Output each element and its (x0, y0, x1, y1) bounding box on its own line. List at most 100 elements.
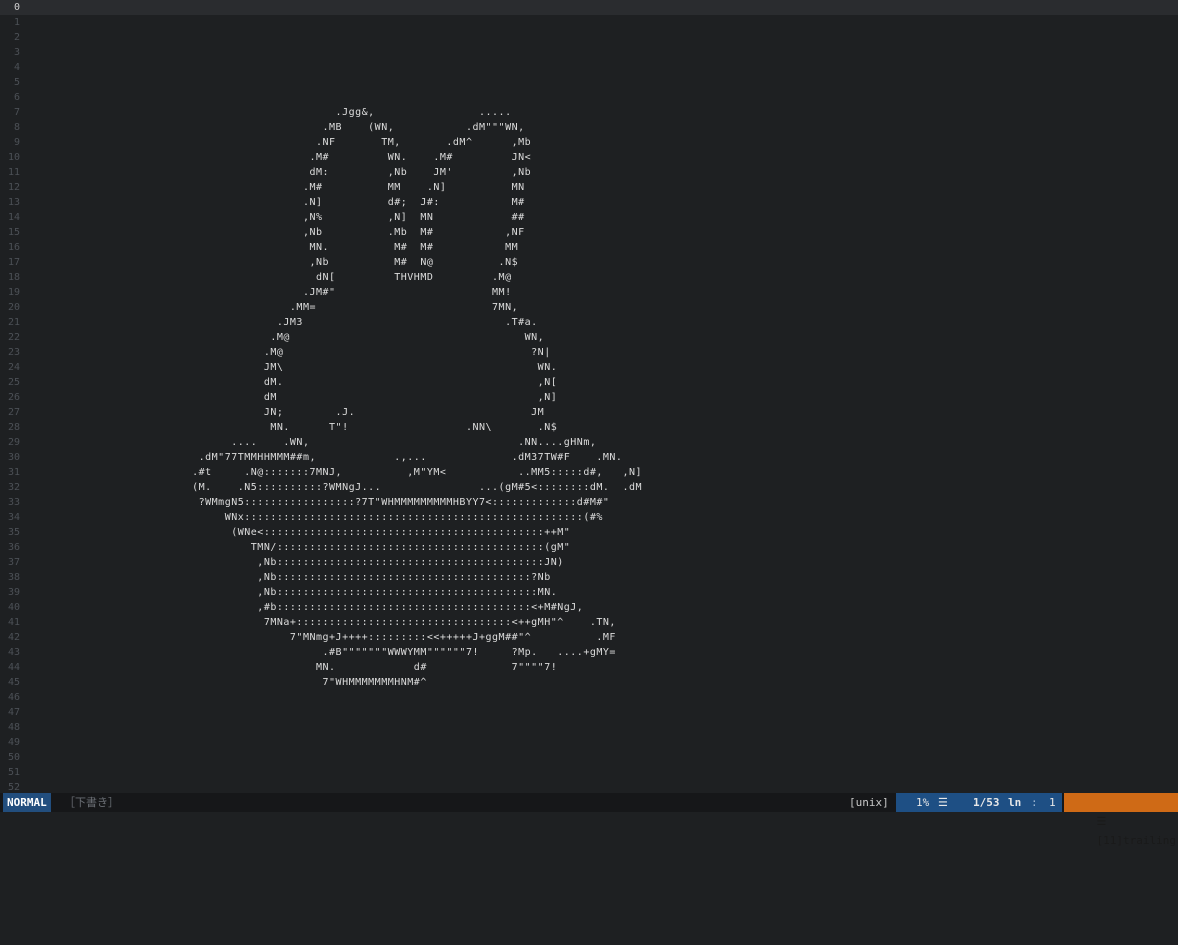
line-number: 46 (7, 692, 20, 703)
line-text: .MB (WN, .dM"""WN, (3, 122, 525, 133)
editor-line[interactable]: 42 7"MNmg+J++++:::::::::<<+++++J+ggM##"^… (0, 630, 1178, 645)
editor-line[interactable]: 9 .NF TM, .dM^ ,Mb (0, 135, 1178, 150)
editor-line[interactable]: 29 .... .WN, .NN....gHNm, (0, 435, 1178, 450)
line-text: TMN/::::::::::::::::::::::::::::::::::::… (3, 542, 571, 553)
line-number: 1 (13, 17, 20, 28)
line-position: 1/53 (973, 796, 1000, 809)
line-text: MN. T"! .NN\ .N$ (3, 422, 558, 433)
editor-line[interactable]: 14 ,N% ,N] MN ## (0, 210, 1178, 225)
line-text: ,N% ,N] MN ## (3, 212, 525, 223)
line-text: ,Nb:::::::::::::::::::::::::::::::::::::… (3, 587, 558, 598)
position-separator: : (1031, 796, 1038, 809)
line-number: 4 (13, 62, 20, 73)
editor-line[interactable]: 34 WNx::::::::::::::::::::::::::::::::::… (0, 510, 1178, 525)
editor-line[interactable]: 16 MN. M# M# MM (0, 240, 1178, 255)
line-text: MN. M# M# MM (3, 242, 519, 253)
editor-line[interactable]: 47 (0, 705, 1178, 720)
line-text: (M. .N5::::::::::?WMNgJ... ...(gM#5<::::… (3, 482, 643, 493)
line-text: JN; .J. JM (3, 407, 545, 418)
editor-line[interactable]: 35 (WNe<::::::::::::::::::::::::::::::::… (0, 525, 1178, 540)
line-number: 3 (13, 47, 20, 58)
editor-line[interactable]: 2 (0, 30, 1178, 45)
editor-line[interactable]: 13 .N] d#; J#: M# (0, 195, 1178, 210)
line-number: 48 (7, 722, 20, 733)
editor-line[interactable]: 20 .MM= 7MN, (0, 300, 1178, 315)
line-text: .Jgg&, ..... (3, 107, 512, 118)
editor-line[interactable]: 4 (0, 60, 1178, 75)
percent-icon: ☰ (938, 796, 948, 809)
editor-line[interactable]: 7 .Jgg&, ..... (0, 105, 1178, 120)
editor-line[interactable]: 41 7MNa+::::::::::::::::::::::::::::::::… (0, 615, 1178, 630)
line-number: 0 (13, 2, 20, 13)
editor-line[interactable]: 23 .M@ ?N| (0, 345, 1178, 360)
editor-line[interactable]: 43 .#B"""""""WWWYMM""""""7! ?Mp. ....+gM… (0, 645, 1178, 660)
line-text: MN. d# 7""""7! (3, 662, 558, 673)
line-text: ,#b:::::::::::::::::::::::::::::::::::::… (3, 602, 584, 613)
editor-line[interactable]: 3 (0, 45, 1178, 60)
editor-line[interactable]: 44 MN. d# 7""""7! (0, 660, 1178, 675)
editor-line[interactable]: 0 (0, 0, 1178, 15)
line-text: .JM#" MM! (3, 287, 512, 298)
editor-line[interactable]: 33 ?WMmgN5:::::::::::::::::?7T"WHMMMMMMM… (0, 495, 1178, 510)
editor-line[interactable]: 27 JN; .J. JM (0, 405, 1178, 420)
line-text: ,Nb .Mb M# ,NF (3, 227, 525, 238)
editor-line[interactable]: 45 7"WHMMMMMMMHNM#^ (0, 675, 1178, 690)
line-text: ,Nb M# N@ .N$ (3, 257, 519, 268)
line-text: .M@ WN, (3, 332, 545, 343)
line-text: .M# MM .N] MN (3, 182, 525, 193)
editor-line[interactable]: 46 (0, 690, 1178, 705)
scroll-percent: 1% (916, 796, 930, 809)
file-format: [unix] (849, 796, 889, 809)
line-number: 50 (7, 752, 20, 763)
editor-line[interactable]: 52 (0, 780, 1178, 792)
line-text: dM. ,N[ (3, 377, 558, 388)
editor-line[interactable]: 37 ,Nb::::::::::::::::::::::::::::::::::… (0, 555, 1178, 570)
line-number: 2 (13, 32, 20, 43)
line-text: .#B"""""""WWWYMM""""""7! ?Mp. ....+gMY= (3, 647, 616, 658)
editor-line[interactable]: 15 ,Nb .Mb M# ,NF (0, 225, 1178, 240)
editor-line[interactable]: 51 (0, 765, 1178, 780)
editor-line[interactable]: 1 (0, 15, 1178, 30)
cursor-position: 1% ☰ 1/53 ln : 1 (896, 793, 1062, 812)
editor-line[interactable]: 50 (0, 750, 1178, 765)
editor-line[interactable]: 26 dM ,N] (0, 390, 1178, 405)
editor-line[interactable]: 30 .dM"77TMMHHMMM##m, .,... .dM37TW#F .M… (0, 450, 1178, 465)
line-text: .dM"77TMMHHMMM##m, .,... .dM37TW#F .MN. (3, 452, 623, 463)
editor-line[interactable]: 17 ,Nb M# N@ .N$ (0, 255, 1178, 270)
line-text: JM\ WN. (3, 362, 558, 373)
line-number: 49 (7, 737, 20, 748)
editor-line[interactable]: 48 (0, 720, 1178, 735)
line-text: .M# WN. .M# JN< (3, 152, 532, 163)
editor-line[interactable]: 36 TMN/:::::::::::::::::::::::::::::::::… (0, 540, 1178, 555)
editor-line[interactable]: 38 ,Nb::::::::::::::::::::::::::::::::::… (0, 570, 1178, 585)
line-text: .JM3 .T#a. (3, 317, 538, 328)
line-number: 5 (13, 77, 20, 88)
editor-line[interactable]: 12 .M# MM .N] MN (0, 180, 1178, 195)
editor-line[interactable]: 19 .JM#" MM! (0, 285, 1178, 300)
editor-line[interactable]: 49 (0, 735, 1178, 750)
editor-line[interactable]: 40 ,#b::::::::::::::::::::::::::::::::::… (0, 600, 1178, 615)
editor-line[interactable]: 8 .MB (WN, .dM"""WN, (0, 120, 1178, 135)
line-text: ,Nb:::::::::::::::::::::::::::::::::::::… (3, 557, 564, 568)
editor-line[interactable]: 22 .M@ WN, (0, 330, 1178, 345)
line-text: .#t .N@:::::::7MNJ, ,M"YM< ..MM5:::::d#,… (3, 467, 643, 478)
editor-line[interactable]: 24 JM\ WN. (0, 360, 1178, 375)
editor-line[interactable]: 18 dN[ THVHMD .M@ (0, 270, 1178, 285)
editor-line[interactable]: 21 .JM3 .T#a. (0, 315, 1178, 330)
editor-line[interactable]: 10 .M# WN. .M# JN< (0, 150, 1178, 165)
editor-line[interactable]: 32 (M. .N5::::::::::?WMNgJ... ...(gM#5<:… (0, 480, 1178, 495)
editor-line[interactable]: 31 .#t .N@:::::::7MNJ, ,M"YM< ..MM5:::::… (0, 465, 1178, 480)
editor-line[interactable]: 28 MN. T"! .NN\ .N$ (0, 420, 1178, 435)
column-number: 1 (1049, 796, 1056, 809)
trailing-whitespace-warning: ☰ [11]trailing (1064, 793, 1178, 847)
editor-line[interactable]: 6 (0, 90, 1178, 105)
line-text: .... .WN, .NN....gHNm, (3, 437, 597, 448)
line-text: 7MNa+:::::::::::::::::::::::::::::::::<+… (3, 617, 616, 628)
editor-line[interactable]: 39 ,Nb::::::::::::::::::::::::::::::::::… (0, 585, 1178, 600)
line-text: ?WMmgN5:::::::::::::::::?7T"WHMMMMMMMMMH… (3, 497, 610, 508)
editor-line[interactable]: 25 dM. ,N[ (0, 375, 1178, 390)
line-number: 52 (7, 782, 20, 792)
editor-line[interactable]: 5 (0, 75, 1178, 90)
editor-buffer[interactable]: 0 1 2 3 4 5 6 7 .Jgg&, ..... 8 .MB (WN, .dM"""WN… (0, 0, 1178, 792)
editor-line[interactable]: 11 dM: ,Nb JM' ,Nb (0, 165, 1178, 180)
